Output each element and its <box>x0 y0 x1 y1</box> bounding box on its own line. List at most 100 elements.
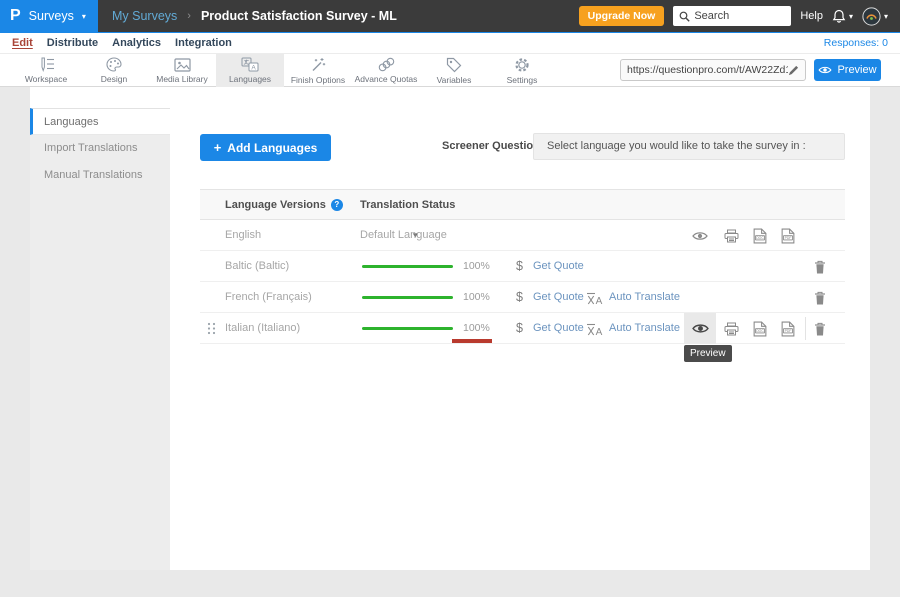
chevron-down-icon: ▾ <box>849 12 853 21</box>
breadcrumb-my-surveys[interactable]: My Surveys <box>112 9 177 23</box>
notifications-menu[interactable]: ▾ <box>832 9 853 24</box>
pdf-file-icon: PDF <box>781 321 795 337</box>
languages-panel: Languages Import Translations Manual Tra… <box>30 87 870 570</box>
preview-language-button[interactable] <box>684 313 716 344</box>
languages-sidebar: Languages Import Translations Manual Tra… <box>30 108 170 570</box>
search-input[interactable] <box>694 10 784 22</box>
delete-language-button[interactable] <box>808 255 832 279</box>
questionpro-logo-icon: P <box>10 7 21 25</box>
chevron-down-icon: ▾ <box>884 12 888 21</box>
translation-progress-bar <box>362 265 453 268</box>
icon-divider <box>805 317 806 340</box>
help-link[interactable]: Help <box>800 10 823 22</box>
language-name: Baltic (Baltic) <box>225 251 289 282</box>
dollar-icon: $ <box>516 313 523 344</box>
printer-icon <box>724 322 739 336</box>
auto-translate-icon: A <box>586 292 603 310</box>
column-language-versions: Language Versions? <box>225 190 343 220</box>
screener-question-select[interactable]: Select language you would like to take t… <box>533 133 845 160</box>
tab-analytics[interactable]: Analytics <box>112 37 161 49</box>
dollar-icon: $ <box>516 282 523 313</box>
account-menu[interactable]: ▾ <box>862 7 888 26</box>
translation-progress-bar <box>362 327 453 330</box>
pdf-file-icon: PDF <box>781 228 795 244</box>
delete-language-button[interactable] <box>808 286 832 310</box>
toolbar-item-settings[interactable]: Settings <box>488 54 556 87</box>
survey-nav-tabs: Edit Distribute Analytics Integration Re… <box>0 32 900 54</box>
responses-count[interactable]: Responses: 0 <box>824 37 900 49</box>
toolbar-item-finish-options[interactable]: Finish Options <box>284 54 352 87</box>
auto-translate-icon: A <box>586 323 603 341</box>
default-language-label: Default Language <box>360 220 447 251</box>
export-pdf-button[interactable]: PDF <box>776 224 800 248</box>
table-row-baltic: Baltic (Baltic) 100% $ Get Quote <box>200 251 845 282</box>
tab-integration[interactable]: Integration <box>175 37 232 49</box>
get-quote-link[interactable]: Get Quote <box>533 251 584 282</box>
column-translation-status: Translation Status <box>360 190 455 220</box>
auto-translate-link[interactable]: Auto Translate <box>609 282 680 313</box>
toolbar-item-design[interactable]: Design <box>80 54 148 87</box>
delete-language-button[interactable] <box>808 317 832 341</box>
avatar <box>862 7 881 26</box>
svg-text:A: A <box>251 64 256 71</box>
doc-file-icon: DOC <box>753 321 767 337</box>
toolbar-item-workspace[interactable]: Workspace <box>12 54 80 87</box>
product-switcher[interactable]: P Surveys ▾ <box>0 0 98 32</box>
tag-icon <box>446 57 462 73</box>
bell-icon <box>832 9 846 24</box>
eye-icon <box>692 230 708 242</box>
table-header: Language Versions? Translation Status <box>200 189 845 220</box>
gear-icon <box>514 57 530 73</box>
annotation-red-underline <box>452 339 492 343</box>
language-name: English <box>225 220 261 251</box>
translation-percent: 100% <box>463 251 490 282</box>
get-quote-link[interactable]: Get Quote <box>533 313 584 344</box>
image-icon <box>174 58 191 72</box>
table-row-italian: Italian (Italiano) 100% $ Get Quote A Au… <box>200 313 845 344</box>
trash-icon <box>814 260 826 274</box>
table-row-english: English ▾ Default Language <box>200 220 845 251</box>
language-versions-table: Language Versions? Translation Status En… <box>200 189 845 344</box>
page-title: Product Satisfaction Survey - ML <box>201 9 397 23</box>
sidebar-item-manual-translations[interactable]: Manual Translations <box>30 162 170 189</box>
auto-translate-link[interactable]: Auto Translate <box>609 313 680 344</box>
print-language-button[interactable] <box>719 224 743 248</box>
sidebar-item-languages[interactable]: Languages <box>30 108 170 135</box>
edit-url-pencil-icon[interactable] <box>788 65 799 76</box>
svg-text:PDF: PDF <box>785 236 792 240</box>
global-search[interactable] <box>673 6 791 26</box>
survey-url: https://questionpro.com/t/AW22Zd1S1 <box>627 64 788 76</box>
translate-icon: A <box>241 57 259 72</box>
preview-language-button[interactable] <box>688 224 712 248</box>
breadcrumb-separator-icon: › <box>187 10 191 22</box>
printer-icon <box>724 229 739 243</box>
export-pdf-button[interactable]: PDF <box>776 317 800 341</box>
languages-page: Languages Import Translations Manual Tra… <box>0 87 900 597</box>
preview-tooltip: Preview <box>684 345 732 362</box>
toolbar-item-variables[interactable]: Variables <box>420 54 488 87</box>
edit-toolbar: Workspace Design Media Library A Languag… <box>0 54 900 87</box>
translation-percent: 100% <box>463 282 490 313</box>
chain-links-icon <box>378 57 395 72</box>
export-doc-button[interactable]: DOC <box>748 224 772 248</box>
eye-icon <box>818 65 832 75</box>
export-doc-button[interactable]: DOC <box>748 317 772 341</box>
get-quote-link[interactable]: Get Quote <box>533 282 584 313</box>
plus-icon: + <box>214 140 222 155</box>
search-icon <box>679 11 690 22</box>
tab-edit[interactable]: Edit <box>12 37 33 49</box>
add-languages-button[interactable]: + Add Languages <box>200 134 331 161</box>
toolbar-item-languages[interactable]: A Languages <box>216 54 284 87</box>
upgrade-now-button[interactable]: Upgrade Now <box>579 6 665 26</box>
toolbar-item-media-library[interactable]: Media Library <box>148 54 216 87</box>
preview-button[interactable]: Preview <box>814 59 881 81</box>
sidebar-item-import-translations[interactable]: Import Translations <box>30 135 170 162</box>
survey-url-box[interactable]: https://questionpro.com/t/AW22Zd1S1 <box>620 59 806 81</box>
toolbar-item-advance-quotas[interactable]: Advance Quotas <box>352 54 420 87</box>
svg-text:PDF: PDF <box>785 329 792 333</box>
drag-handle[interactable] <box>207 322 216 340</box>
print-language-button[interactable] <box>719 317 743 341</box>
top-bar: P Surveys ▾ My Surveys › Product Satisfa… <box>0 0 900 32</box>
tab-distribute[interactable]: Distribute <box>47 37 98 49</box>
help-icon[interactable]: ? <box>331 199 343 211</box>
